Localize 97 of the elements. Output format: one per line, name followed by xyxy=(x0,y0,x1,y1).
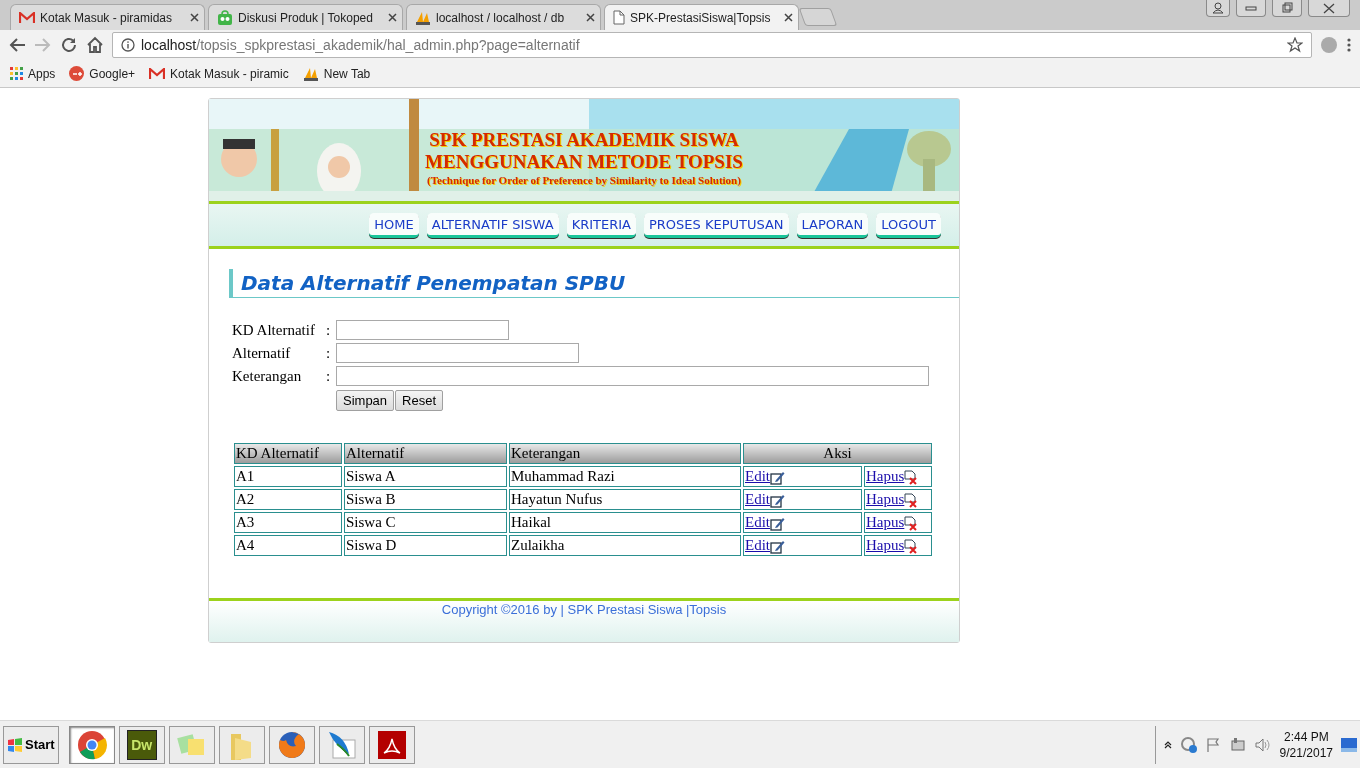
taskbar-button[interactable]: Dw xyxy=(118,725,165,764)
restore-button[interactable] xyxy=(1272,0,1302,17)
google-plus-icon xyxy=(69,66,85,81)
input-field[interactable] xyxy=(336,343,579,363)
browser-tab[interactable]: Kotak Masuk - piramidas xyxy=(10,4,205,30)
pencil-note-icon xyxy=(770,539,785,554)
nav-button[interactable]: HOME xyxy=(369,212,419,238)
column-header: Aksi xyxy=(743,443,932,464)
windows-logo-icon xyxy=(7,737,23,752)
dreamweaver-icon: Dw xyxy=(126,729,157,760)
reload-icon[interactable] xyxy=(60,36,78,54)
chrome-icon xyxy=(76,729,107,760)
form-button[interactable]: Reset xyxy=(395,390,444,411)
delete-document-icon xyxy=(904,470,919,485)
pdf-document-icon xyxy=(377,730,406,759)
address-bar[interactable]: localhost/topsis_spkprestasi_akademik/hal_admin.php?page=alternatif xyxy=(112,32,1312,58)
footer-text: Copyright ©2016 by | SPK Prestasi Siswa |Topsis xyxy=(441,602,727,617)
table-cell: Haikal xyxy=(509,512,741,533)
shopping-bag-icon xyxy=(217,9,233,26)
nav-button[interactable]: PROSES KEPUTUSAN xyxy=(643,212,789,238)
section-heading: Data Alternatif Penempatan SPBU xyxy=(229,269,959,298)
delete-document-icon xyxy=(904,516,919,531)
clock[interactable]: 2:44 PM 9/21/2017 xyxy=(1279,728,1333,761)
info-icon xyxy=(121,38,135,52)
mail-icon xyxy=(19,11,35,24)
document-icon xyxy=(613,10,625,25)
home-icon[interactable] xyxy=(86,36,104,54)
field-label: KD Alternatif xyxy=(232,321,316,340)
flag-icon[interactable] xyxy=(1205,736,1222,753)
start-button[interactable]: Start xyxy=(3,725,59,764)
profile-button[interactable] xyxy=(1206,0,1230,17)
url-text: localhost/topsis_spkprestasi_akademik/hal_admin.php?page=alternatif xyxy=(141,37,580,53)
colon: : xyxy=(326,367,332,386)
close-icon[interactable] xyxy=(784,13,793,22)
table-cell: A1 xyxy=(234,466,342,487)
close-icon[interactable] xyxy=(190,13,199,22)
person-icon xyxy=(1212,2,1224,14)
close-icon xyxy=(1322,1,1336,15)
pencil-note-icon xyxy=(770,470,785,485)
table-cell: Siswa D xyxy=(344,535,507,556)
bookmark[interactable]: New Tab xyxy=(302,65,371,82)
column-header: KD Alternatif xyxy=(234,443,342,464)
table-cell: A3 xyxy=(234,512,342,533)
star-icon[interactable] xyxy=(1287,37,1303,53)
network-gear-icon[interactable] xyxy=(1179,735,1198,754)
browser-tab[interactable]: localhost / localhost / db xyxy=(406,4,601,30)
pencil-note-icon xyxy=(770,493,785,508)
delete-document-icon xyxy=(904,539,919,554)
table-cell: Hayatun Nufus xyxy=(509,489,741,510)
table-cell: Zulaikha xyxy=(509,535,741,556)
column-header: Alternatif xyxy=(344,443,507,464)
overlapping-windows-icon xyxy=(176,731,207,758)
table-cell: Siswa B xyxy=(344,489,507,510)
pencil-note-icon xyxy=(770,516,785,531)
more-menu-icon[interactable] xyxy=(1346,37,1352,53)
chevron-up-icon[interactable] xyxy=(1163,740,1172,749)
browser-tab[interactable]: Diskusi Produk | Tokoped xyxy=(208,4,403,30)
colon: : xyxy=(326,321,332,340)
firefox-icon xyxy=(276,729,307,760)
nav-button[interactable]: KRITERIA xyxy=(566,212,636,238)
back-arrow-icon[interactable] xyxy=(8,37,26,53)
browser-tab[interactable]: SPK-PrestasiSiswa|Topsis xyxy=(604,4,799,30)
table-cell: A4 xyxy=(234,535,342,556)
taskbar-button[interactable] xyxy=(368,725,415,764)
taskbar-button[interactable] xyxy=(68,725,115,764)
restore-icon xyxy=(1280,1,1294,15)
mail-icon xyxy=(149,67,166,80)
computer-icon[interactable] xyxy=(1229,736,1246,753)
table-cell: Siswa A xyxy=(344,466,507,487)
table-cell: Siswa C xyxy=(344,512,507,533)
bookmark[interactable]: Google+ xyxy=(69,66,136,81)
field-label: Keterangan xyxy=(232,367,303,386)
delete-document-icon xyxy=(904,493,919,508)
table-cell: A2 xyxy=(234,489,342,510)
nav-button[interactable]: LAPORAN xyxy=(796,212,869,238)
nav-button[interactable]: LOGOUT xyxy=(876,212,941,238)
minimize-button[interactable] xyxy=(1236,0,1266,17)
close-icon[interactable] xyxy=(586,13,595,22)
apps-grid-icon xyxy=(10,67,23,80)
table-cell: Muhammad Razi xyxy=(509,466,741,487)
close-icon[interactable] xyxy=(388,13,397,22)
banner-title: SPK PRESTASI AKADEMIK SISWA MENGGUNAKAN METODE TOPSIS (Technique for Order of Preference by Similarity to Ideal Solution) xyxy=(424,129,744,187)
field-label: Alternatif xyxy=(232,344,292,363)
bookmark[interactable]: Kotak Masuk - piramic xyxy=(149,66,289,81)
speaker-icon[interactable] xyxy=(1253,736,1272,753)
input-field[interactable] xyxy=(336,320,509,340)
feather-icon xyxy=(326,729,357,760)
show-desktop-icon[interactable] xyxy=(1341,737,1357,752)
colon: : xyxy=(326,344,332,363)
bookmark[interactable]: Apps xyxy=(10,66,56,81)
taskbar-button[interactable] xyxy=(318,725,365,764)
taskbar-button[interactable] xyxy=(268,725,315,764)
input-field[interactable] xyxy=(336,366,929,386)
nav-button[interactable]: ALTERNATIF SISWA xyxy=(426,212,559,238)
close-button[interactable] xyxy=(1308,0,1350,17)
column-header: Keterangan xyxy=(509,443,741,464)
form-button[interactable]: Simpan xyxy=(336,390,395,411)
